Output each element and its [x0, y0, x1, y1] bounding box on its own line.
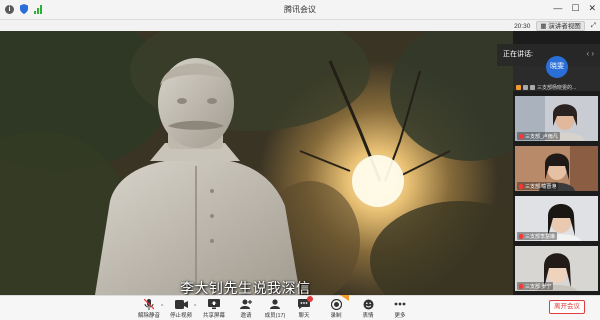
fullscreen-icon[interactable]: ⤢ [591, 22, 596, 30]
participant-name: 三支部李慧琳 [525, 233, 556, 240]
main-video[interactable]: ◉ )) [0, 31, 513, 295]
reactions-label: 表情 [362, 313, 374, 319]
participant-name: 三支部 罗宁 [525, 283, 552, 290]
window-title: 腾讯会议 [284, 5, 316, 14]
share-screen-label: 共享屏幕 [202, 313, 225, 319]
screen-share-icon [208, 299, 220, 309]
participant-name-row: 三支部 喻晋滟 [517, 182, 559, 190]
unmute-label: 解除静音 [137, 313, 160, 319]
members-button[interactable]: 成员(17) [260, 298, 290, 320]
chat-button[interactable]: 聊天 [289, 296, 319, 320]
invite-label: 邀请 [240, 313, 252, 319]
minimize-icon[interactable]: — [553, 3, 562, 14]
camera-off-icon [523, 85, 528, 90]
participant-name: 三支部 喻晋滟 [525, 183, 557, 190]
participant-name: 三支部_卢雨凡 [525, 133, 558, 140]
speaker-view-button[interactable]: ▦ 演讲者视图 [536, 21, 585, 31]
chat-label: 聊天 [298, 313, 310, 319]
members-label: 成员(17) [264, 313, 286, 319]
meeting-clock: 20:30 [514, 22, 531, 30]
participant-tile[interactable]: 三支部_卢雨凡 [515, 96, 598, 141]
share-screen-button[interactable]: 共享屏幕 [199, 298, 229, 320]
invite-icon [240, 299, 252, 309]
mic-muted-icon [519, 183, 523, 189]
participant-name-row: 三支部 罗宁 [517, 282, 554, 290]
record-label: 录制 [330, 313, 342, 319]
emoji-icon [363, 299, 373, 309]
mic-muted-icon [519, 283, 523, 289]
participant-tile[interactable]: 三支部李慧琳 [515, 196, 598, 241]
participant-name-row: 三支部李慧琳 [517, 232, 558, 240]
members-icon [270, 299, 280, 309]
more-icon [394, 302, 406, 306]
self-name: 三支部杨晓雯的... [537, 85, 577, 91]
mic-off-icon [144, 298, 154, 310]
speaking-label: 正在讲话: [503, 51, 533, 58]
statue-scene [0, 31, 513, 295]
speaker-view-label: 演讲者视图 [548, 23, 581, 30]
invite-button[interactable]: 邀请 [231, 298, 261, 320]
more-label: 更多 [394, 313, 406, 319]
video-options-chevron-icon[interactable]: ^ [194, 304, 196, 310]
camera-icon [174, 299, 188, 309]
host-icon [516, 85, 521, 90]
audio-options-chevron-icon[interactable]: ^ [161, 304, 163, 310]
panel-scroll-arrows-icon[interactable]: ‹ › [586, 49, 594, 61]
stop-video-button[interactable]: 停止视频 [166, 298, 196, 320]
mic-icon [530, 85, 535, 90]
mic-muted-icon [519, 233, 523, 239]
unmute-button[interactable]: 解除静音 [134, 298, 164, 320]
participant-tile[interactable]: 三支部 罗宁 [515, 246, 598, 291]
close-icon[interactable]: ✕ [588, 3, 596, 14]
reactions-button[interactable]: 表情 [353, 298, 383, 320]
self-name-row: 三支部杨晓雯的... [516, 83, 600, 92]
participant-name-row: 三支部_卢雨凡 [517, 132, 560, 140]
meeting-window: i 腾讯会议 — ☐ ✕ 20:30 ▦ 演讲者视图 ⤢ 李大钊先生说我深信 正… [0, 0, 600, 320]
maximize-icon[interactable]: ☐ [571, 3, 579, 14]
record-icon [330, 298, 342, 310]
leave-meeting-button[interactable]: 离开会议 [549, 300, 585, 314]
mic-muted-icon [519, 133, 523, 139]
unread-dot [307, 296, 313, 302]
stop-video-label: 停止视频 [169, 313, 192, 319]
record-button[interactable]: 录制 [321, 295, 351, 320]
meeting-toolbar: 解除静音 ^ 停止视频 ^ 共享屏幕 邀请 成员(17) 聊天 录制 表情 更多 [0, 295, 600, 320]
avatar: 晓雯 [546, 56, 568, 78]
window-controls: — ☐ ✕ [553, 3, 596, 14]
more-button[interactable]: 更多 [385, 298, 415, 320]
participant-tile[interactable]: 三支部 喻晋滟 [515, 146, 598, 191]
title-bar: i 腾讯会议 — ☐ ✕ [0, 0, 600, 20]
